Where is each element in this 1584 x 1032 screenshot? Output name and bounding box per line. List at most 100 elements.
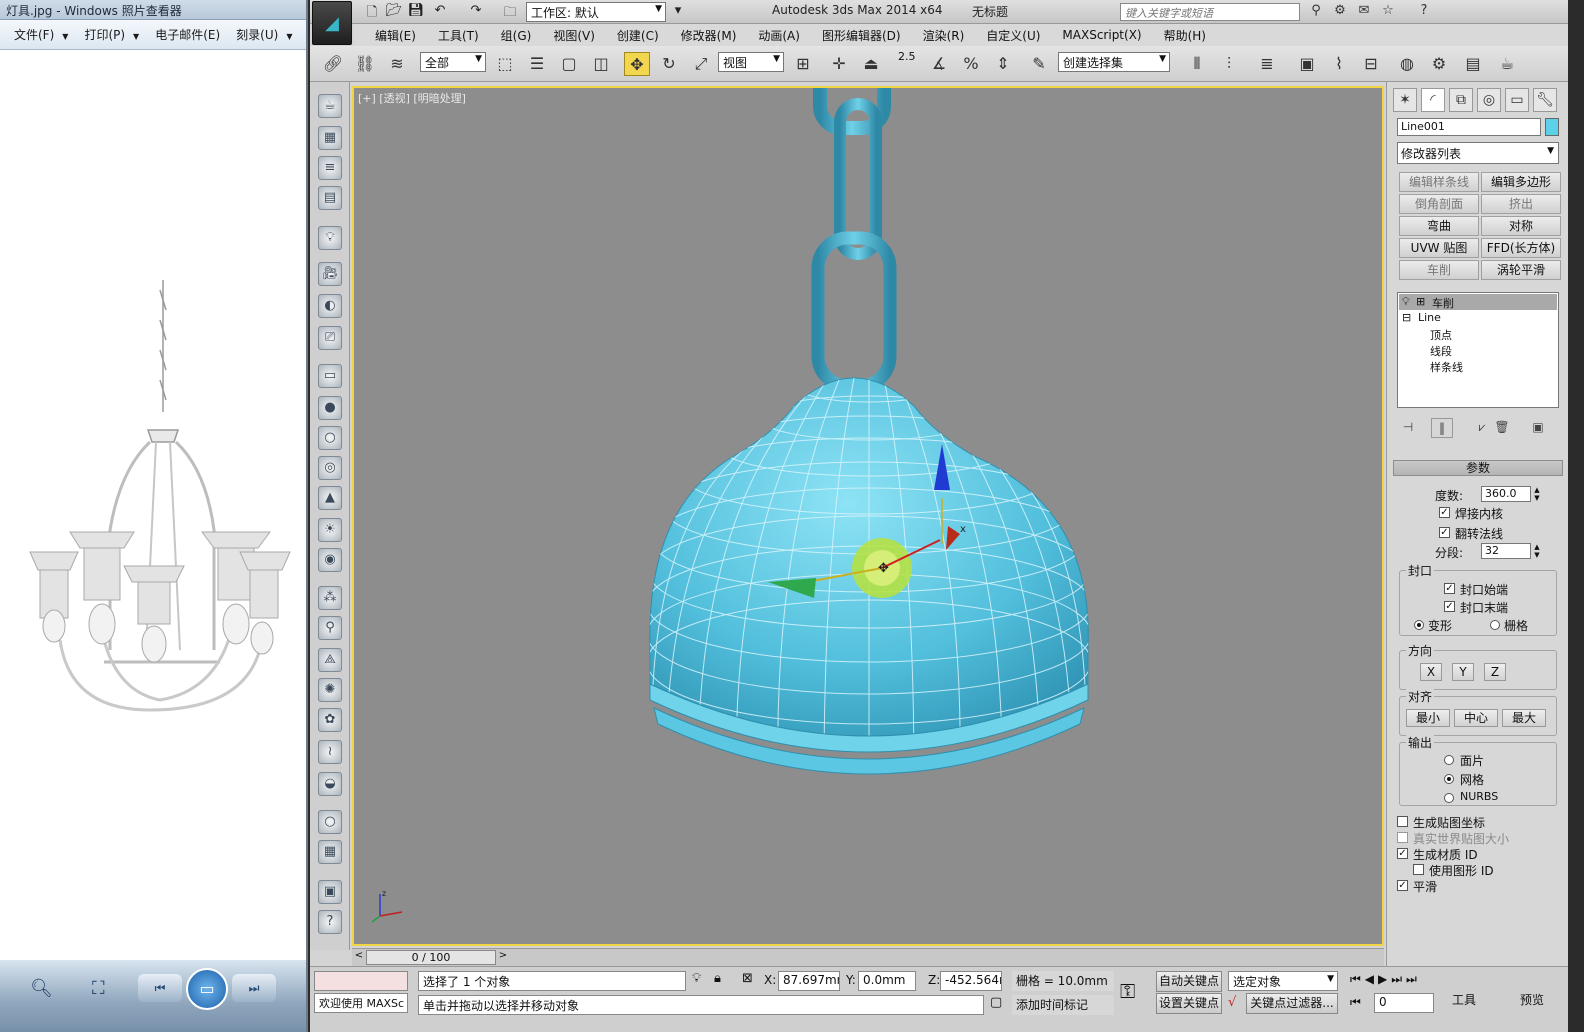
keyboard-shortcut-icon[interactable]: ⏏	[858, 52, 884, 76]
named-selection-set-select[interactable]: 创建选择集 ▼	[1058, 52, 1170, 72]
project-folder-icon[interactable]: 🗀	[500, 3, 520, 21]
material-editor-icon[interactable]: ◍	[1394, 52, 1420, 76]
film-camera-icon[interactable]: ⎚	[318, 326, 342, 350]
output-patch-radio[interactable]	[1444, 755, 1454, 765]
utilities-tab-icon[interactable]: 🔧︎	[1533, 88, 1557, 112]
schematic-view-icon[interactable]: ⊟	[1358, 52, 1384, 76]
use-shape-ids-checkbox[interactable]	[1413, 864, 1424, 875]
lock-selection-icon[interactable]: 🔒︎	[714, 971, 721, 986]
circle-icon[interactable]: ○	[318, 426, 342, 450]
box-icon[interactable]: ▭	[318, 364, 342, 388]
select-and-rotate-icon[interactable]: ↻	[656, 52, 682, 76]
playback-controls[interactable]: ⏮◀▶⏭⏭	[1350, 972, 1421, 987]
menu-create[interactable]: 创建(C)	[606, 27, 670, 44]
slideshow-button[interactable]: ▭	[186, 968, 228, 1010]
qat-dropdown-icon[interactable]: ▾	[668, 3, 688, 21]
real-world-map-checkbox[interactable]	[1397, 832, 1408, 843]
cap-start-checkbox[interactable]: ✓	[1444, 583, 1455, 594]
help-icon[interactable]: ?	[1414, 3, 1434, 21]
segments-field[interactable]: 32	[1481, 543, 1531, 559]
omni-light-icon[interactable]: ◉	[318, 548, 342, 572]
grid-radio[interactable]	[1490, 620, 1500, 630]
preview-label[interactable]: 预览	[1520, 991, 1544, 1008]
parameters-rollout-header[interactable]: 参数	[1393, 460, 1563, 476]
redo-icon[interactable]: ↷	[466, 3, 486, 21]
menu-help[interactable]: 帮助(H)	[1153, 27, 1217, 44]
photo-viewer-titlebar[interactable]: 灯具.jpg - Windows 照片查看器	[0, 0, 306, 20]
gen-map-coords-checkbox[interactable]	[1397, 816, 1408, 827]
edit-poly-button[interactable]: 编辑多边形	[1481, 172, 1561, 192]
menu-modifiers[interactable]: 修改器(M)	[670, 27, 748, 44]
remove-modifier-icon[interactable]: 🗑︎	[1491, 418, 1513, 438]
time-slider[interactable]: 0 / 100	[366, 950, 496, 965]
modify-tab-icon[interactable]: ◜	[1421, 88, 1445, 112]
pivot-center-icon[interactable]: ⊞	[790, 52, 816, 76]
save-icon[interactable]: 💾︎	[406, 3, 426, 21]
menu-graph-editors[interactable]: 图形编辑器(D)	[811, 27, 912, 44]
manipulate-icon[interactable]: ✛	[826, 52, 852, 76]
camera-icon[interactable]: 🎥︎	[318, 262, 342, 286]
gear-icon[interactable]: ✺	[318, 678, 342, 702]
stack-item-line[interactable]: Line	[1418, 311, 1441, 324]
segments-spinner-icon[interactable]: ▲ ▼	[1533, 543, 1541, 559]
window-crossing-icon[interactable]: ◫	[588, 52, 614, 76]
cap-end-checkbox[interactable]: ✓	[1444, 601, 1455, 612]
maxscript-listener-label[interactable]: 欢迎使用 MAXSc	[314, 993, 408, 1013]
time-next-button[interactable]: >	[496, 950, 510, 965]
angle-snap-icon[interactable]: ∡	[926, 52, 952, 76]
flip-normals-checkbox[interactable]: ✓	[1439, 527, 1450, 538]
stack-item-spline[interactable]: 样条线	[1430, 359, 1463, 375]
output-nurbs-radio[interactable]	[1444, 793, 1454, 803]
key-filters-button[interactable]: 关键点过滤器...	[1246, 993, 1338, 1014]
stack-item-segment[interactable]: 线段	[1430, 343, 1452, 359]
weld-core-checkbox[interactable]: ✓	[1439, 507, 1450, 518]
bend-button[interactable]: 弯曲	[1399, 216, 1479, 236]
y-coordinate-field[interactable]: 0.0mm	[858, 971, 916, 991]
menu-edit[interactable]: 编辑(E)	[364, 27, 427, 44]
bulb-icon[interactable]: 💡︎	[1402, 295, 1410, 309]
render-teapot-icon[interactable]: ☕︎	[1494, 52, 1520, 76]
actual-size-icon[interactable]: ⛶	[92, 978, 105, 999]
ffd-box-button[interactable]: FFD(长方体)	[1481, 238, 1561, 258]
morph-radio[interactable]	[1414, 620, 1424, 630]
light-icon[interactable]: 💡︎	[318, 226, 342, 250]
menu-email[interactable]: 电子邮件(E)	[149, 24, 226, 45]
curve-editor-icon[interactable]: ⌇	[1326, 52, 1352, 76]
white-sphere-icon[interactable]: ○	[318, 810, 342, 834]
percent-snap-icon[interactable]: %	[958, 52, 984, 76]
binoculars-icon[interactable]: ⚲	[1306, 3, 1326, 21]
x-coordinate-field[interactable]: 87.697mm	[778, 971, 840, 991]
spinner-snap-icon[interactable]: ⇕	[990, 52, 1016, 76]
object-color-swatch[interactable]	[1545, 118, 1559, 136]
motion-tab-icon[interactable]: ◎	[1477, 88, 1501, 112]
graphite-tools-icon[interactable]: ▣	[1294, 52, 1320, 76]
add-time-tag[interactable]: 添加时间标记	[1012, 995, 1114, 1015]
uvw-map-button[interactable]: UVW 贴图	[1399, 238, 1479, 258]
align-min-button[interactable]: 最小	[1406, 709, 1450, 727]
go-to-start-icon[interactable]: ⏮	[1350, 995, 1361, 1010]
output-mesh-radio[interactable]	[1444, 774, 1454, 784]
menu-file[interactable]: 文件(F) ▼	[8, 24, 74, 45]
tools-label[interactable]: 工具	[1452, 991, 1476, 1008]
help-circle-icon[interactable]: ?	[318, 910, 342, 934]
collapse-icon[interactable]: ⊟	[1402, 311, 1411, 324]
expand-icon[interactable]: ⊞	[1416, 295, 1425, 308]
list-icon[interactable]: ≡	[318, 156, 342, 180]
degrees-field[interactable]: 360.0	[1481, 486, 1531, 502]
current-frame-field[interactable]: 0	[1374, 993, 1434, 1013]
menu-customize[interactable]: 自定义(U)	[975, 27, 1051, 44]
plant-icon[interactable]: ✿	[318, 708, 342, 732]
sphere-icon[interactable]: ●	[318, 396, 342, 420]
previous-icon[interactable]: ⏮	[138, 974, 182, 1002]
menu-views[interactable]: 视图(V)	[542, 27, 606, 44]
key-icon[interactable]: ⚿	[1120, 979, 1135, 1003]
unlink-icon[interactable]: ⛓	[352, 52, 378, 76]
teapot-icon[interactable]: ☕︎	[318, 94, 342, 118]
search-input[interactable]: 键入关键字或短语	[1120, 3, 1300, 21]
stack-item-lathe[interactable]: 车削	[1432, 295, 1454, 311]
app-logo-button[interactable]: ◢	[312, 1, 352, 45]
helper-icon[interactable]: ⟁	[318, 648, 342, 672]
gen-mat-ids-checkbox[interactable]: ✓	[1397, 848, 1408, 859]
particle-icon[interactable]: ⁂	[318, 586, 342, 610]
select-and-move-icon[interactable]: ✥	[624, 52, 650, 76]
